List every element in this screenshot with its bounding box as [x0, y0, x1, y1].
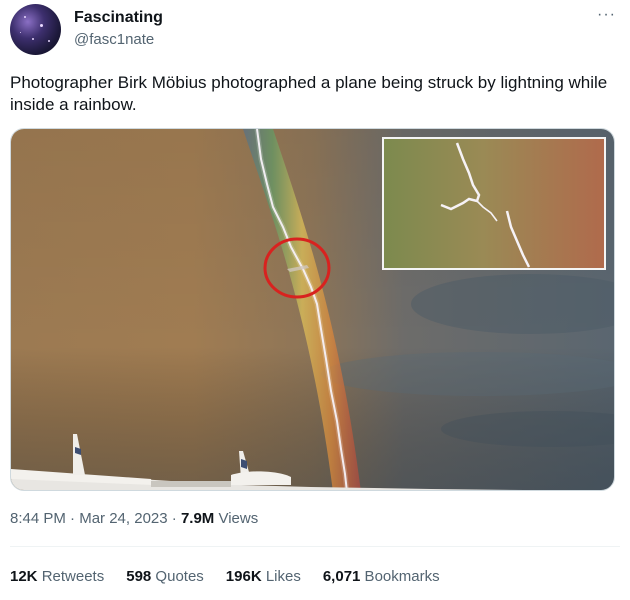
bookmarks-count: 6,071: [322, 568, 361, 585]
lightning-rainbow-photo: [11, 129, 614, 490]
zoom-inset: [382, 137, 606, 270]
bookmarks-stat[interactable]: 6,071 Bookmarks: [323, 568, 440, 585]
quotes-stat[interactable]: 598 Quotes: [126, 568, 204, 585]
likes-label: Likes: [261, 568, 301, 585]
likes-stat[interactable]: 196K Likes: [226, 568, 301, 585]
bookmarks-label: Bookmarks: [360, 568, 440, 585]
divider: [10, 546, 620, 547]
tweet-photo[interactable]: [10, 128, 615, 491]
engagement-stats: 12K Retweets 598 Quotes 196K Likes 6,071…: [10, 568, 462, 585]
views-count: 7.9M: [180, 510, 215, 527]
likes-count: 196K: [225, 568, 262, 585]
quotes-count: 598: [126, 568, 152, 585]
tweet-header: Fascinating @fasc1nate ···: [10, 4, 620, 56]
retweets-label: Retweets: [37, 568, 105, 585]
author-avatar[interactable]: [10, 4, 61, 55]
tweet-meta: 8:44 PM · Mar 24, 2023 · 7.9M Views: [10, 510, 258, 527]
meta-separator: ·: [167, 510, 181, 527]
more-horizontal-icon[interactable]: ···: [597, 6, 616, 24]
retweets-stat[interactable]: 12K Retweets: [10, 568, 104, 585]
tweet-text: Photographer Birk Möbius photographed a …: [10, 73, 608, 114]
tweet-date[interactable]: Mar 24, 2023: [79, 510, 167, 527]
author-handle[interactable]: @fasc1nate: [74, 31, 154, 48]
author-name[interactable]: Fascinating: [74, 9, 163, 27]
retweets-count: 12K: [10, 568, 38, 585]
quotes-label: Quotes: [151, 568, 204, 585]
views-label: Views: [214, 510, 259, 527]
meta-separator: ·: [65, 510, 80, 527]
tweet-time[interactable]: 8:44 PM: [10, 510, 66, 527]
